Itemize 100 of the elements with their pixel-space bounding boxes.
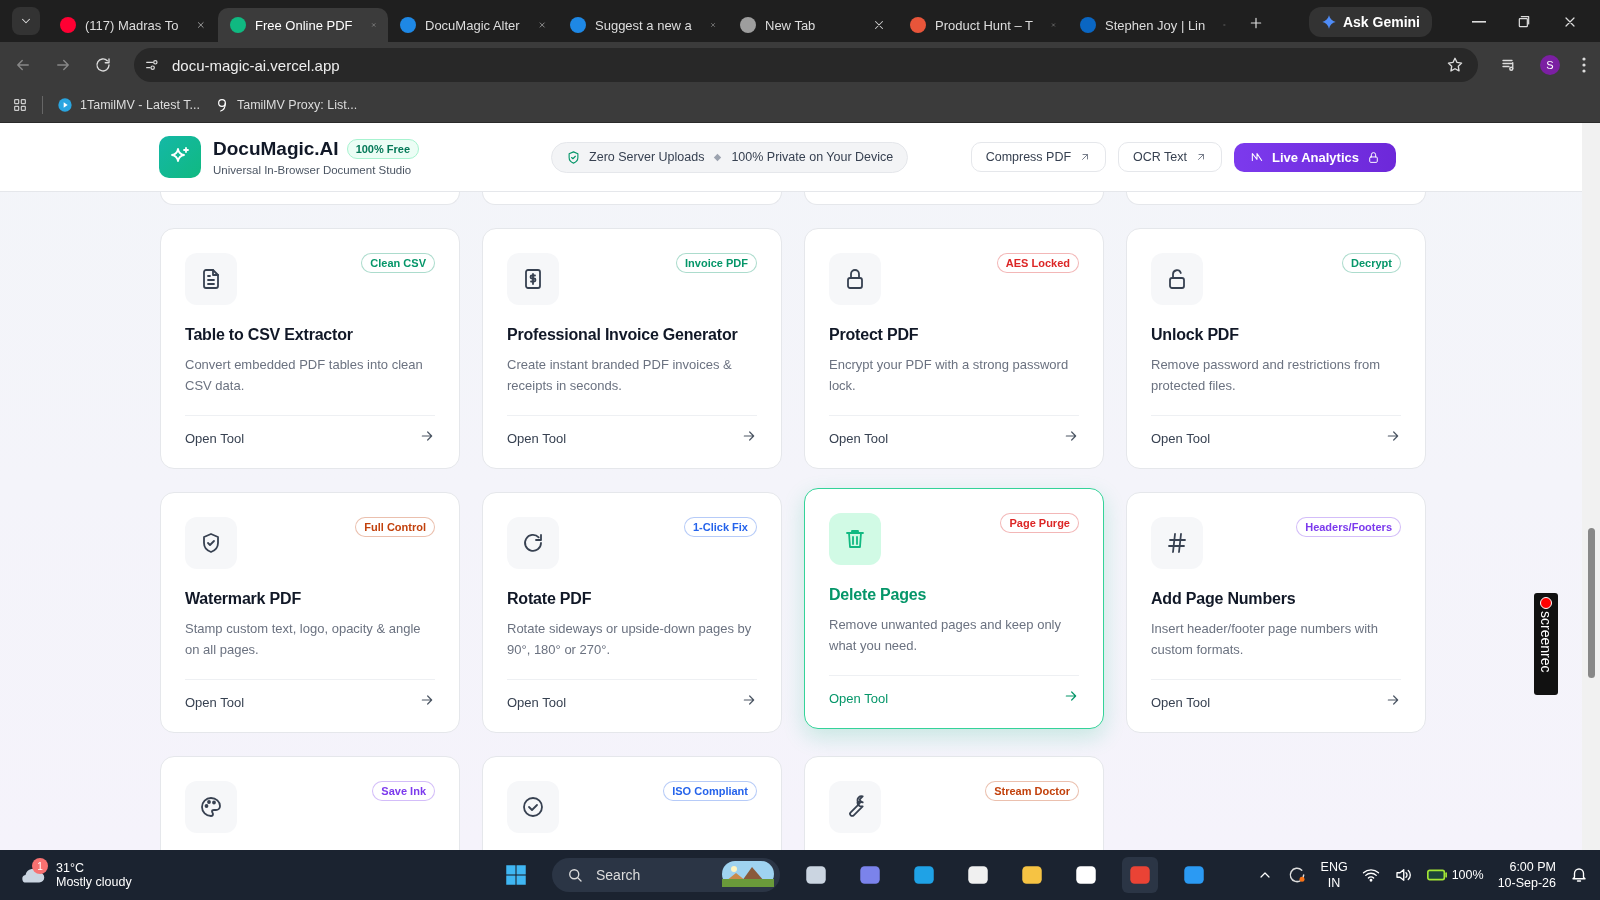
tool-description: Remove password and restrictions from protected files. — [1151, 356, 1382, 395]
tab-title: Suggest a new a — [595, 17, 692, 33]
tool-card[interactable]: Full Control Watermark PDF Stamp custom text, logo, opacity & angle on all pages. Open Tool — [160, 492, 460, 733]
search-icon — [566, 866, 584, 884]
minimize-icon — [1472, 21, 1486, 23]
reload-icon — [94, 56, 112, 74]
open-tool-link[interactable]: Open Tool — [829, 690, 889, 706]
brand-name: DocuMagic.AI — [213, 138, 339, 160]
bookmark[interactable]: TamilMV Proxy: List... — [213, 97, 358, 113]
privacy-pill: Zero Server Uploads 100% Private on Your Device — [551, 141, 909, 173]
arrow-right-icon — [419, 428, 435, 444]
arrow-right-icon — [1385, 428, 1401, 444]
tool-tag: 1-Click Fix — [683, 517, 757, 537]
menu-icon — [1582, 57, 1586, 73]
scrollbar[interactable] — [1582, 123, 1600, 850]
tab-title: New Tab — [765, 17, 816, 33]
tool-title: Watermark PDF — [185, 589, 302, 609]
arrow-right-icon — [419, 692, 435, 708]
tab-title: DocuMagic Alter — [425, 17, 520, 33]
open-tool-link[interactable]: Open Tool — [185, 694, 245, 710]
tool-description: Create instant branded PDF invoices & receipts in seconds. — [507, 356, 733, 395]
tool-tag: Invoice PDF — [676, 253, 757, 273]
tool-tag: Save Ink — [372, 781, 435, 801]
tab-title: Product Hunt – T — [935, 17, 1034, 33]
gemini-button[interactable]: Ask Gemini — [1308, 7, 1432, 37]
tool-tag: Page Purge — [1000, 513, 1079, 533]
notification-icon — [1570, 866, 1588, 884]
tool-title: Delete Pages — [829, 585, 928, 605]
recorder-widget[interactable]: screenrec — [1534, 593, 1558, 695]
open-tool-link[interactable]: Open Tool — [507, 430, 567, 446]
free-tag: 100% Free — [346, 139, 420, 159]
alert-count: 1 — [32, 858, 48, 874]
tool-card[interactable]: Clean CSV Table to CSV Extractor Convert embedded PDF tables into clean CSV data. Open Tool — [160, 228, 460, 469]
tool-card[interactable]: Page Purge Delete Pages Remove unwanted pages and keep only what you need. Open Tool — [804, 488, 1104, 729]
browser-tab[interactable]: Product Hunt – T — [898, 8, 1068, 42]
chart-icon — [1250, 150, 1265, 164]
tool-description: Stamp custom text, logo, opacity & angle on all pages. — [185, 620, 422, 659]
tool-tag: Stream Doctor — [985, 781, 1079, 801]
record-icon — [1540, 597, 1552, 609]
tool-description: Insert header/footer page numbers with custom formats. — [1151, 620, 1379, 659]
tool-card[interactable]: Headers/Footers Add Page Numbers Insert header/footer page numbers with custom formats. Open Tool — [1126, 492, 1426, 733]
browser-tab[interactable]: Free Online PDF — [218, 8, 388, 42]
tool-description: Rotate sideways or upside-down pages by 90°, 180° or 270°. — [507, 620, 753, 659]
tool-title: Add Page Numbers — [1151, 589, 1297, 609]
language[interactable]: ENG — [1320, 859, 1348, 875]
battery-level: 100% — [1451, 868, 1484, 882]
tool-title: Table to CSV Extractor — [185, 325, 354, 345]
tool-card[interactable]: 1-Click Fix Rotate PDF Rotate sideways or upside-down pages by 90°, 180° or 270°. Open Tool — [482, 492, 782, 733]
tab-title: (117) Madras To — [85, 17, 179, 33]
palette-icon — [199, 795, 223, 819]
tab-title: Stephen Joy | Lin — [1105, 17, 1206, 33]
profile-avatar[interactable]: S — [1540, 55, 1560, 75]
browser-tab[interactable]: New Tab — [728, 8, 898, 42]
browser-tab[interactable]: Suggest a new a — [558, 8, 728, 42]
tool-card[interactable]: Stream Doctor — [804, 756, 1104, 850]
volume-icon — [1393, 866, 1412, 884]
apps-icon — [12, 97, 28, 113]
open-tool-link[interactable]: Open Tool — [829, 430, 889, 446]
tool-title: Professional Invoice Generator — [507, 325, 739, 345]
open-tool-link[interactable]: Open Tool — [185, 430, 245, 446]
tab-title: Free Online PDF — [255, 17, 353, 33]
live-analytics-button[interactable]: Live Analytics — [1234, 142, 1396, 172]
hash-icon — [1165, 531, 1189, 555]
browser-tab[interactable]: DocuMagic Alter — [388, 8, 558, 42]
trash-icon — [843, 527, 867, 551]
tool-card[interactable]: AES Locked Protect PDF Encrypt your PDF with a strong password lock. Open Tool — [804, 228, 1104, 469]
tool-tag: Full Control — [355, 517, 435, 537]
tool-title: Rotate PDF — [507, 589, 593, 609]
star-icon — [1446, 56, 1464, 74]
tool-link-button[interactable]: Compress PDF — [970, 142, 1107, 172]
tagline: Universal In-Browser Document Studio — [213, 164, 413, 176]
region[interactable]: IN — [1327, 875, 1341, 891]
clock-date: 10-Sep-26 — [1497, 875, 1556, 891]
tool-link-button[interactable]: OCR Text — [1118, 142, 1223, 172]
open-tool-link[interactable]: Open Tool — [1151, 694, 1211, 710]
browser-tab[interactable]: (117) Madras To — [48, 8, 218, 42]
tool-card[interactable]: Decrypt Unlock PDF Remove password and restrictions from protected files. Open Tool — [1126, 228, 1426, 469]
open-tool-link[interactable]: Open Tool — [1151, 430, 1211, 446]
tool-description: Encrypt your PDF with a strong password lock. — [829, 356, 1070, 395]
site-settings-icon — [144, 57, 160, 73]
clock-time: 6:00 PM — [1509, 859, 1556, 875]
recorder-label: screenrec — [1538, 611, 1554, 673]
tool-card[interactable]: ISO Compliant — [482, 756, 782, 850]
rotate-icon — [521, 531, 545, 555]
shield-check-icon — [566, 149, 582, 165]
bookmark[interactable]: 1TamilMV - Latest T... — [57, 97, 200, 113]
arrow-right-icon — [1063, 428, 1079, 444]
arrow-right-icon — [1063, 688, 1079, 704]
open-tool-link[interactable]: Open Tool — [507, 694, 567, 710]
tool-card[interactable]: Save Ink — [160, 756, 460, 850]
search-field[interactable]: Search — [552, 858, 780, 892]
close-icon — [872, 18, 886, 32]
tool-title: Unlock PDF — [1151, 325, 1240, 345]
browser-tab[interactable]: Stephen Joy | Lin — [1068, 8, 1238, 42]
address-bar[interactable]: docu-magic-ai.vercel.app — [134, 48, 1478, 82]
restore-icon — [1516, 14, 1532, 30]
arrow-right-icon — [741, 692, 757, 708]
tool-card[interactable]: Invoice PDF Professional Invoice Generator Create instant branded PDF invoices & receipts in seconds. Open Tool — [482, 228, 782, 469]
temperature: 31°C — [56, 861, 85, 875]
tool-title: Protect PDF — [829, 325, 920, 345]
